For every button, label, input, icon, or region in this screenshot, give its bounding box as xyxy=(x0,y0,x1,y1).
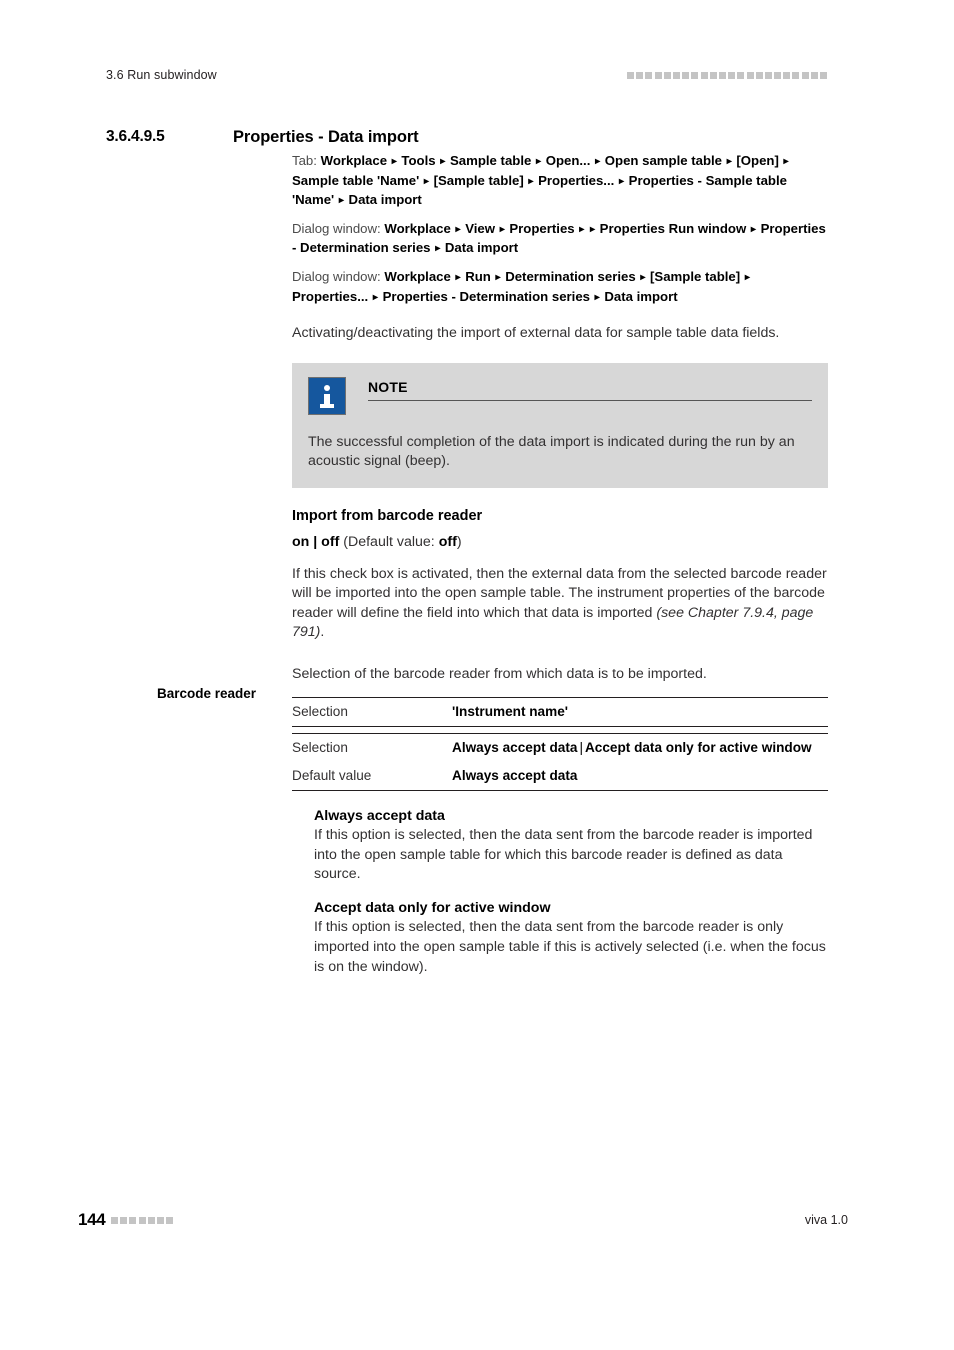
breadcrumb-arrow-icon: ▸ xyxy=(594,291,600,303)
decorative-square xyxy=(147,1217,155,1224)
note-divider xyxy=(368,399,812,401)
breadcrumb-arrow-icon: ▸ xyxy=(744,271,750,283)
decorative-square xyxy=(783,72,791,79)
table-row: Selection 'Instrument name' xyxy=(292,697,828,726)
breadcrumb-arrow-icon: ▸ xyxy=(589,223,596,235)
import-default-prefix: (Default value: xyxy=(339,533,439,550)
breadcrumb-arrow-icon: ▸ xyxy=(391,156,397,167)
value-separator: | xyxy=(579,739,583,755)
option-block-accept-data-only-for-active-window: Accept data only for active window If th… xyxy=(292,899,828,977)
breadcrumb-lead: Dialog window: xyxy=(292,220,381,236)
table-row: Selection Always accept data | Accept data… xyxy=(292,733,828,762)
decorative-square xyxy=(636,72,644,79)
decorative-square xyxy=(627,72,635,79)
decorative-square xyxy=(138,1217,146,1224)
breadcrumb-arrow-icon: ▸ xyxy=(750,223,756,235)
option-value-a: Always accept data xyxy=(452,739,578,755)
table-cell-key: Selection xyxy=(292,703,348,719)
table-cell-value: Always accept data | Accept data only for … xyxy=(452,733,828,762)
decorative-square xyxy=(156,1217,164,1224)
import-values: on | off xyxy=(292,533,340,550)
footer-page-number: 144 xyxy=(78,1210,106,1229)
import-description-paragraph: If this check box is activated, then the… xyxy=(292,565,828,643)
decorative-square xyxy=(654,72,662,79)
barcode-reader-description: Selection of the barcode reader from whi… xyxy=(292,665,707,682)
decorative-square xyxy=(737,72,745,79)
breadcrumb-arrow-icon: ▸ xyxy=(499,223,505,235)
breadcrumb-path: Workplace ▸ Tools ▸ Sample table ▸ Open.… xyxy=(292,153,789,208)
info-icon xyxy=(308,376,346,415)
section-number: 3.6.4.9.5 xyxy=(106,128,165,145)
table-cell-key: Selection xyxy=(292,739,348,755)
running-header: 3.6 Run subwindow xyxy=(106,68,217,82)
note-body: The successful completion of the data im… xyxy=(308,433,795,470)
import-default-suffix: ) xyxy=(456,533,462,550)
import-default-value-line: on | off (Default value: off) xyxy=(292,533,828,553)
page-title: Properties - Data import xyxy=(233,128,419,146)
breadcrumb-arrow-icon: ▸ xyxy=(618,175,624,187)
table-cell-key: Default value xyxy=(292,767,372,783)
decorative-square xyxy=(810,72,818,79)
subheading-import-from-barcode-reader: Import from barcode reader xyxy=(292,507,483,524)
option-body: If this option is selected, then the dat… xyxy=(314,827,813,883)
decorative-square xyxy=(166,1217,174,1224)
decorative-square xyxy=(728,72,736,79)
table-row: Default value Always accept data xyxy=(292,762,828,791)
note-box: NOTE The successful completion of the da… xyxy=(292,362,828,488)
breadcrumb-lead: Dialog window: xyxy=(292,268,381,284)
breadcrumb-arrow-icon: ▸ xyxy=(372,291,378,303)
decorative-square xyxy=(820,72,827,79)
decorative-square xyxy=(764,72,772,79)
breadcrumb-arrow-icon: ▸ xyxy=(338,195,344,207)
decorative-square xyxy=(801,72,809,79)
breadcrumb-arrow-icon: ▸ xyxy=(495,271,501,283)
intro-paragraph: Activating/deactivating the import of ex… xyxy=(292,325,780,342)
option-body: If this option is selected, then the dat… xyxy=(314,919,826,975)
decorative-square xyxy=(774,72,782,79)
note-title-wrap: NOTE xyxy=(368,377,812,401)
document-page: 3.6 Run subwindow 3.6.4.9.5 Properties -… xyxy=(0,0,954,1350)
header-square-bar xyxy=(627,72,827,79)
content-column: Tab: Workplace ▸ Tools ▸ Sample table ▸ … xyxy=(292,152,828,977)
barcode-selection-table-2: Selection Always accept data | Accept data… xyxy=(292,732,828,791)
footer-square-bar xyxy=(111,1217,174,1224)
decorative-square xyxy=(792,72,800,79)
decorative-square xyxy=(129,1217,137,1224)
decorative-square xyxy=(746,72,754,79)
breadcrumb-lead: Tab: xyxy=(292,153,317,168)
decorative-square xyxy=(645,72,653,79)
table-cell-value: 'Instrument name' xyxy=(452,703,568,719)
decorative-square xyxy=(700,72,708,79)
footer-product-version: viva 1.0 xyxy=(804,1213,848,1227)
note-title: NOTE xyxy=(368,378,408,395)
decorative-square xyxy=(691,72,699,79)
margin-label-barcode-reader: Barcode reader xyxy=(157,686,257,701)
decorative-square xyxy=(682,72,690,79)
decorative-square xyxy=(718,72,726,79)
note-header: NOTE xyxy=(308,376,812,415)
breadcrumb: Tab: Workplace ▸ Tools ▸ Sample table ▸ … xyxy=(292,152,828,211)
breadcrumb-arrow-icon: ▸ xyxy=(423,175,429,187)
breadcrumb: Dialog window: Workplace ▸ View ▸ Proper… xyxy=(292,220,828,259)
option-value-b: Accept data only for active window xyxy=(584,739,812,755)
decorative-square xyxy=(673,72,680,79)
decorative-square xyxy=(709,72,717,79)
import-description-tail: . xyxy=(320,624,325,641)
breadcrumb-arrow-icon: ▸ xyxy=(536,156,542,167)
decorative-square xyxy=(120,1217,128,1224)
barcode-selection-table-1: Selection 'Instrument name' xyxy=(292,696,828,727)
breadcrumb-arrow-icon: ▸ xyxy=(783,156,789,167)
table-cell-value: Always accept data xyxy=(452,767,578,783)
option-block-always-accept-data: Always accept data If this option is sel… xyxy=(292,807,828,885)
option-title: Accept data only for active window xyxy=(314,899,551,916)
breadcrumb-arrow-icon: ▸ xyxy=(455,223,461,235)
breadcrumb: Dialog window: Workplace ▸ Run ▸ Determi… xyxy=(292,268,828,307)
breadcrumb-arrow-icon: ▸ xyxy=(455,271,461,283)
breadcrumb-arrow-icon: ▸ xyxy=(726,156,732,167)
decorative-square xyxy=(755,72,763,79)
option-title: Always accept data xyxy=(314,807,445,824)
decorative-square xyxy=(663,72,671,79)
import-default-value: off xyxy=(438,533,457,550)
decorative-square xyxy=(111,1217,118,1224)
